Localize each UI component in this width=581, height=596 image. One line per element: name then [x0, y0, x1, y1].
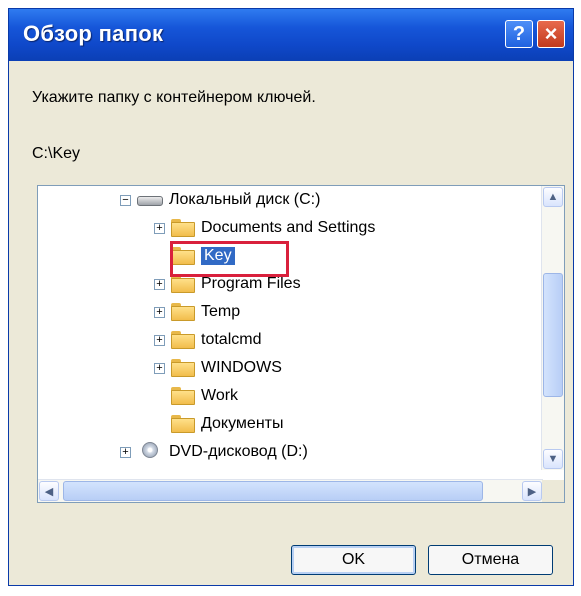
expand-icon[interactable]: + [154, 362, 165, 374]
scrollbar-corner [542, 480, 564, 502]
dialog-title: Обзор папок [23, 21, 164, 46]
folder-label: Work [201, 387, 239, 404]
folder-label: Program Files [201, 275, 301, 292]
tree-item-work[interactable]: Work [171, 382, 238, 410]
scroll-left-icon[interactable]: ◀ [39, 481, 59, 501]
horizontal-scrollbar[interactable]: ◀ ▶ [38, 479, 543, 502]
vertical-scrollbar[interactable]: ▲ ▼ [541, 186, 564, 470]
expand-icon[interactable]: + [154, 222, 165, 234]
folder-icon [171, 331, 195, 349]
expand-icon[interactable]: + [154, 306, 165, 318]
browse-folders-dialog: Обзор папок ? × Укажите папку с контейне… [8, 8, 574, 586]
folder-label: WINDOWS [201, 359, 282, 376]
expand-icon[interactable]: + [154, 278, 165, 290]
instruction-text: Укажите папку с контейнером ключей. [32, 89, 316, 106]
folder-icon [171, 359, 195, 377]
folder-icon [171, 275, 195, 293]
expand-icon[interactable]: + [120, 446, 131, 458]
dvd-drive-icon [137, 442, 163, 462]
folder-label: Documents and Settings [201, 219, 376, 236]
highlight-annotation-box [170, 241, 289, 277]
close-button[interactable]: × [537, 20, 565, 48]
horizontal-scroll-thumb[interactable] [63, 481, 483, 501]
tree-item-documents-and-settings[interactable]: + Documents and Settings [154, 214, 375, 242]
folder-icon [171, 219, 195, 237]
ok-button[interactable]: OK [291, 545, 416, 575]
folder-tree[interactable]: − Локальный диск (C:) + Documents and Se… [37, 185, 565, 503]
folder-icon [171, 415, 195, 433]
tree-item-drive-c[interactable]: − Локальный диск (C:) [120, 186, 320, 214]
folder-icon [171, 303, 195, 321]
cancel-button[interactable]: Отмена [428, 545, 553, 575]
hard-drive-icon [137, 192, 163, 208]
collapse-icon[interactable]: − [120, 194, 131, 206]
scroll-up-icon[interactable]: ▲ [543, 187, 563, 207]
tree-item-temp[interactable]: + Temp [154, 298, 240, 326]
drive-d-label: DVD-дисковод (D:) [169, 443, 308, 460]
folder-label: Документы [201, 415, 284, 432]
vertical-scroll-thumb[interactable] [543, 273, 563, 397]
help-button[interactable]: ? [505, 20, 533, 48]
folder-label: totalcmd [201, 331, 262, 348]
folder-label: Temp [201, 303, 241, 320]
scroll-right-icon[interactable]: ▶ [522, 481, 542, 501]
tree-item-documents[interactable]: Документы [171, 410, 283, 438]
title-bar: Обзор папок ? × [9, 9, 573, 61]
tree-item-totalcmd[interactable]: + totalcmd [154, 326, 261, 354]
tree-item-windows[interactable]: + WINDOWS [154, 354, 282, 382]
expand-icon[interactable]: + [154, 334, 165, 346]
selected-path: C:\Key [32, 145, 81, 162]
folder-icon [171, 387, 195, 405]
tree-item-drive-d[interactable]: + DVD-дисковод (D:) [120, 438, 308, 466]
scroll-down-icon[interactable]: ▼ [543, 449, 563, 469]
drive-c-label: Локальный диск (C:) [169, 191, 321, 208]
